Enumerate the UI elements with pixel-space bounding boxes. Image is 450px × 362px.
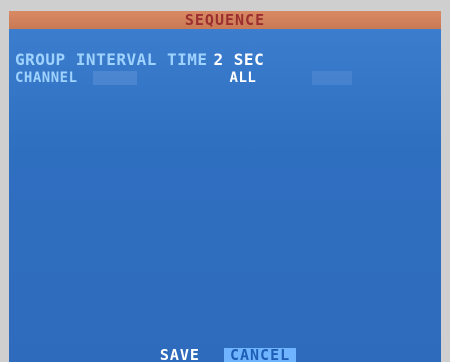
page-title: SEQUENCE — [184, 11, 266, 29]
monitor-frame: SEQUENCE GROUP INTERVAL TIME 2 SEC CHANN… — [0, 0, 450, 362]
group-interval-time-label: GROUP INTERVAL TIME — [15, 50, 208, 69]
group-interval-time-row[interactable]: GROUP INTERVAL TIME 2 SEC — [15, 50, 264, 69]
sequence-screen: SEQUENCE GROUP INTERVAL TIME 2 SEC CHANN… — [9, 11, 441, 362]
cancel-button[interactable]: CANCEL — [223, 348, 297, 362]
channel-row[interactable]: CHANNEL ALL — [15, 70, 256, 86]
group-interval-time-value[interactable]: 2 SEC — [214, 50, 265, 69]
channel-value[interactable]: ALL — [230, 70, 257, 86]
bottom-action-bar: SAVE CANCEL — [9, 348, 441, 362]
channel-value-highlight — [312, 71, 352, 85]
save-button[interactable]: SAVE — [154, 348, 206, 362]
title-bar: SEQUENCE — [9, 11, 441, 29]
channel-label: CHANNEL — [15, 70, 78, 86]
